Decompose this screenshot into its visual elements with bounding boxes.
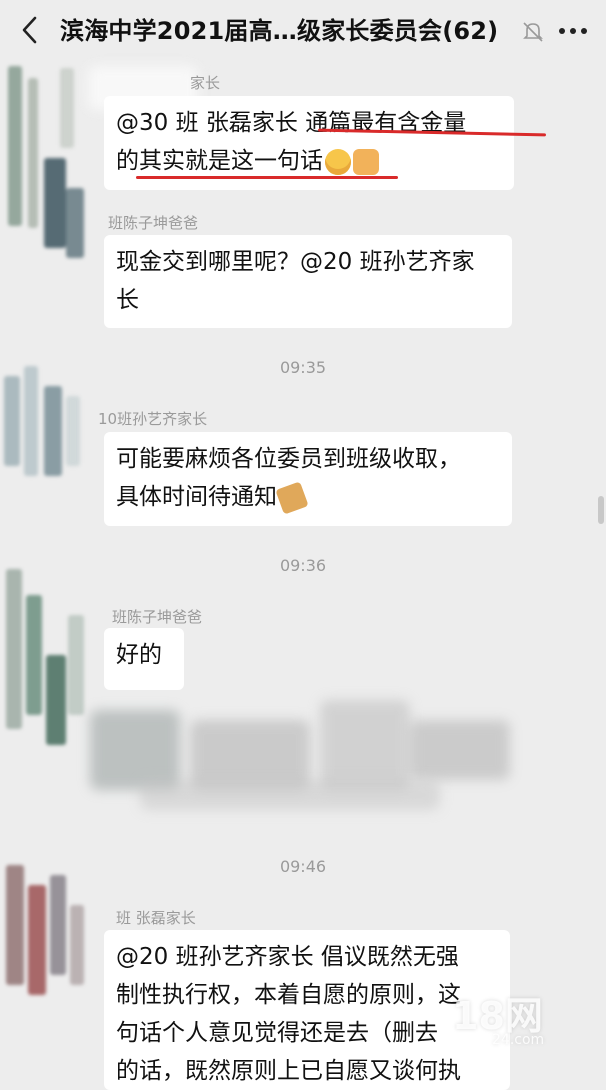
more-button[interactable] — [553, 18, 593, 44]
mute-bell-icon — [523, 22, 543, 42]
message-bubble[interactable]: @20 班孙艺齐家长 倡议既然无强 制性执行权，本着自愿的原则，这 句话个人意见… — [104, 930, 510, 1090]
back-button[interactable] — [14, 14, 44, 46]
sender-name: 班陈子坤爸爸 — [108, 214, 199, 232]
message-text-line: 可能要麻烦各位委员到班级收取， — [116, 446, 461, 472]
sender-name: 家长 — [190, 74, 221, 92]
sender-name: 班陈子坤爸爸 — [112, 608, 203, 626]
message-text-line: 句话个人意见觉得还是去（删去 — [116, 1020, 438, 1046]
message-text-line: 具体时间待通知 — [116, 478, 500, 516]
highlight-underline — [136, 176, 398, 179]
sender-name: 10班孙艺齐家长 — [98, 410, 208, 428]
message-text-line: 好的 — [116, 642, 162, 668]
message-text-line: 制性执行权，本着自愿的原则，这 — [116, 982, 461, 1008]
message-text-line: @30 班 张磊家长 通篇最有含金量 — [116, 110, 467, 136]
avatar[interactable] — [0, 356, 92, 486]
scrollbar[interactable] — [598, 496, 604, 524]
avatar[interactable] — [0, 555, 92, 755]
grinning-face-icon — [325, 148, 351, 175]
message-text: 具体时间待通知 — [116, 484, 277, 510]
watermark: 18网 24.com — [452, 985, 602, 1048]
avatar[interactable] — [0, 48, 92, 258]
message-bubble[interactable]: 好的 — [104, 628, 184, 690]
avatar[interactable] — [0, 855, 92, 1005]
thumbs-up-icon — [353, 148, 379, 175]
message-text-line: 长 — [116, 287, 139, 313]
message-text-line: 的话，既然原则上已自愿又谈何执 — [116, 1058, 461, 1084]
message-text-line: 的其实就是这一句话 — [116, 142, 502, 180]
message-bubble[interactable]: 可能要麻烦各位委员到班级收取， 具体时间待通知 — [104, 432, 512, 526]
sender-name: 班 张磊家长 — [116, 909, 196, 927]
folded-hands-icon — [275, 480, 309, 515]
message-text-line: 现金交到哪里呢？@20 班孙艺齐家 — [116, 249, 475, 275]
back-icon — [22, 16, 37, 44]
chat-title[interactable]: 滨海中学2021届高…级家长委员会(62) — [60, 13, 520, 49]
message-bubble[interactable]: 现金交到哪里呢？@20 班孙艺齐家 长 — [104, 235, 512, 328]
more-icon — [559, 28, 587, 34]
watermark-sub: 24.com — [492, 1032, 545, 1048]
message-text-line: @20 班孙艺齐家长 倡议既然无强 — [116, 944, 459, 970]
message-text: 的其实就是这一句话 — [116, 148, 323, 174]
redacted-region — [80, 690, 520, 830]
mute-indicator — [520, 18, 546, 44]
